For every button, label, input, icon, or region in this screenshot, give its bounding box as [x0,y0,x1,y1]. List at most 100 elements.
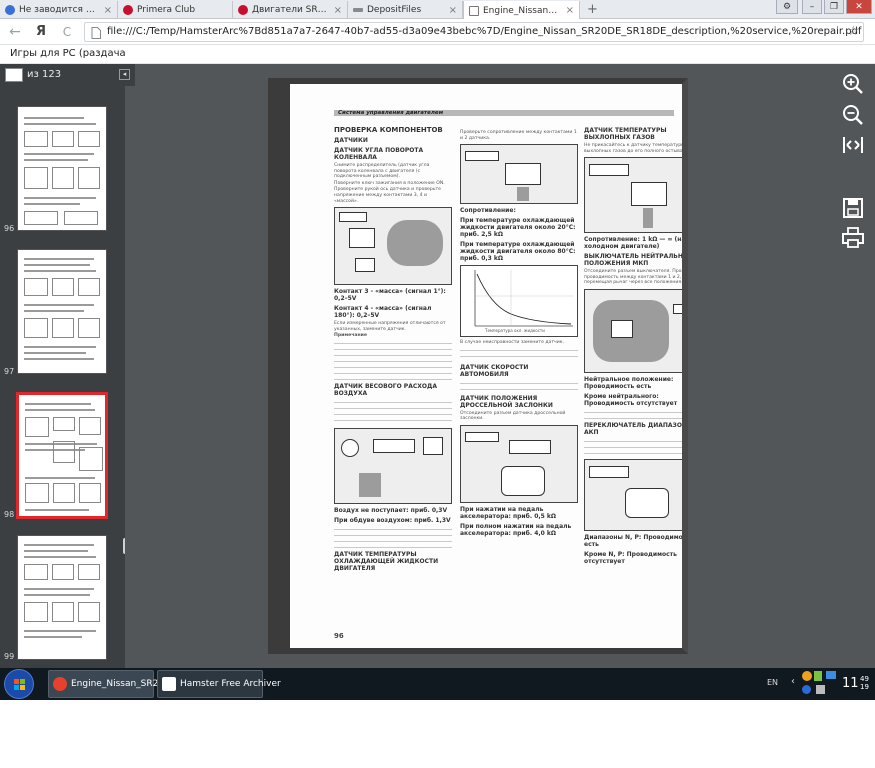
body-text: Отсоедините разъем датчика дроссельной з… [460,410,566,422]
site-favicon-icon [123,5,133,15]
close-tab-icon[interactable]: × [566,5,574,16]
settings-button[interactable]: ⚙ [776,0,798,14]
sidebar-scrollbar[interactable] [123,538,125,554]
tray-download-icon[interactable] [814,671,822,681]
subheading: ДАТЧИК ТЕМПЕРАТУРЫ ВЫХЛОПНЫХ ГАЗОВ [584,127,667,141]
note-text-block [334,339,452,380]
tab-1[interactable]: Не заводится P10 - 128 × [0,1,118,19]
pdf-page-toolbar: из 123 ◂ [0,64,135,86]
tray-volume-icon[interactable] [816,685,825,694]
close-tab-icon[interactable]: × [104,5,112,16]
page-column-2: Проверьте сопротивление между контактами… [460,124,578,539]
coolant-sensor-diagram [460,144,578,205]
tray-expand-icon[interactable]: ‹ [791,676,795,687]
taskbar: Engine_Nissan_SR20... Hamster Free Archi… [0,668,875,700]
thumbnail-page-number: 97 [4,367,15,376]
taskbar-item-label: Hamster Free Archiver [180,679,281,689]
back-arrow-icon[interactable]: ← [6,23,24,41]
page-thumbnail-96[interactable] [17,106,107,231]
close-tab-icon[interactable]: × [449,5,457,16]
page-column-1: ПРОВЕРКА КОМПОНЕНТОВ ДАТЧИКИ ДАТЧИК УГЛА… [334,124,452,574]
pdf-right-toolbar [832,64,875,668]
close-tab-icon[interactable]: × [334,5,342,16]
result-text: Кроме нейтрального: Проводимость отсутст… [584,392,678,407]
result-text: При полном нажатии на педаль акселератор… [460,522,572,537]
airflow-meter-diagram [334,427,452,504]
crank-sensor-diagram [334,207,452,286]
bookmark-star-icon[interactable]: ☆ [847,24,859,39]
page-count: из 123 [27,69,62,80]
page-thumbnail-99[interactable] [17,535,107,660]
printed-page-number: 96 [334,632,344,640]
reload-icon[interactable]: C [58,23,76,41]
pdf-page: Система управления двигателем ПРОВЕРКА К… [268,78,688,654]
result-text: При обдуве воздухом: приб. 1,3V [334,516,451,524]
tab-3[interactable]: Двигатели SR20DE, SR × [233,1,348,19]
site-favicon-icon [5,5,15,15]
url-text[interactable]: file:///C:/Temp/HamsterArc%7Bd851a7a7-26… [107,26,861,37]
tray-network-icon[interactable] [826,671,836,679]
exhaust-sensor-diagram [584,157,682,234]
taskbar-item-archiver[interactable]: Hamster Free Archiver [157,670,281,698]
tray-app-icon[interactable] [802,671,812,681]
tab-label: Не заводится P10 - 128 [19,5,100,15]
save-icon[interactable] [840,195,866,221]
thumbnail-sidebar: 96 97 98 99 [0,86,125,668]
minimize-button[interactable]: – [802,0,822,14]
zoom-in-icon[interactable] [840,71,866,97]
result-text: Нейтральное положение: Проводимость есть [584,375,674,390]
subheading: ДАТЧИК СКОРОСТИ АВТОМОБИЛЯ [460,363,529,378]
result-text: Контакт 3 - «масса» (сигнал 1°): 0,2–5V [334,288,446,303]
new-tab-button[interactable]: + [587,2,598,17]
fit-width-icon[interactable] [840,132,866,158]
clock-minutes: 49 19 [860,675,869,691]
subheading: ДАТЧИК ПОЛОЖЕНИЯ ДРОССЕЛЬНОЙ ЗАСЛОНКИ [460,394,553,409]
tab-2[interactable]: Primera Club [118,1,233,19]
throttle-sensor-diagram [460,424,578,503]
print-icon[interactable] [840,225,866,251]
tray-bluetooth-icon[interactable] [802,685,811,694]
page-number-input[interactable] [5,68,23,82]
body-text: В случае неисправности замените датчик. [460,340,564,346]
maximize-button[interactable]: ❐ [824,0,844,14]
page-thumbnail-98[interactable] [16,392,108,519]
tab-4[interactable]: DepositFiles × [348,1,463,19]
section-heading: ПРОВЕРКА КОМПОНЕНТОВ [334,126,443,134]
tab-active[interactable]: Engine_Nissan_SR20DE_ × [463,1,580,20]
body-text-block [334,398,452,425]
tab-strip: Не заводится P10 - 128 × Primera Club Дв… [0,0,875,20]
address-bar[interactable]: file:///C:/Temp/HamsterArc%7Bd851a7a7-26… [84,22,864,42]
clock-hours[interactable]: 11 [842,676,859,691]
tab-label: Primera Club [137,5,196,15]
zoom-out-icon[interactable] [840,102,866,128]
subheading: ПЕРЕКЛЮЧАТЕЛЬ ДИАПАЗОНОВ АКП [584,421,688,436]
file-page-icon [91,27,101,39]
yandex-logo-icon[interactable]: Я [32,23,50,41]
body-text-block [460,379,578,392]
subheading: ДАТЧИКИ [334,137,368,144]
collapse-sidebar-button[interactable]: ◂ [119,69,130,80]
site-favicon-icon [238,5,248,15]
body-text: Если измеренные напряжения отличаются от… [334,321,446,332]
address-toolbar: ← Я C file:///C:/Temp/HamsterArc%7Bd851a… [0,19,875,45]
subheading: ВЫКЛЮЧАТЕЛЬ НЕЙТРАЛЬНОГО ПОЛОЖЕНИЯ МКП [584,253,688,268]
language-indicator[interactable]: EN [767,678,778,687]
tab-label: Engine_Nissan_SR20DE_ [483,5,562,16]
body-text-block [334,525,452,548]
result-text: Сопротивление: [460,207,516,215]
page-thumbnail-97[interactable] [17,249,107,374]
site-favicon-icon [353,8,363,12]
close-window-button[interactable]: ✕ [846,0,872,14]
result-text: Воздух не поступает: приб. 0,3V [334,506,448,514]
yandex-browser-icon [53,677,67,691]
bookmark-item[interactable]: Игры для PC (раздача [10,48,126,59]
pdf-viewer: из 123 ◂ 96 97 98 99 Система управления … [0,64,875,668]
result-text: При температуре охлаждающей жидкости дви… [460,217,576,239]
body-text: Отсоедините разъем выключателя. Проверьт… [584,269,688,286]
start-button[interactable] [4,669,34,699]
taskbar-item-browser[interactable]: Engine_Nissan_SR20... [48,670,173,698]
body-text: Проверьте сопротивление между контактами… [460,130,577,141]
thumbnail-page-number: 98 [4,510,15,519]
subheading: ДАТЧИК ТЕМПЕРАТУРЫ ОХЛАЖДАЮЩЕЙ ЖИДКОСТИ … [334,550,439,572]
tab-label: DepositFiles [367,5,422,15]
